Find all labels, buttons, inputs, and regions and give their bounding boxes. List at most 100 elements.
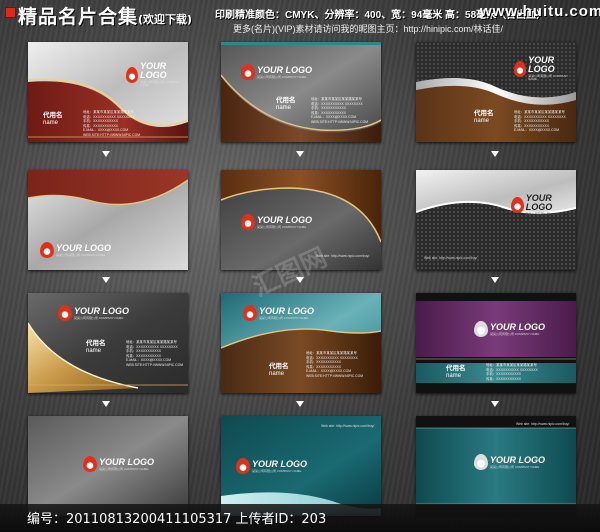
logo-subtext: 某某公司有限公司 COMPANY NAME <box>525 212 576 216</box>
card-1: YOUR LOGO 某某公司有限公司 COMPANY NAME 代用名 name 地… <box>28 42 188 142</box>
logo-flame-icon <box>474 321 488 337</box>
card-7: YOUR LOGO 某某公司有限公司 COMPANY NAME 代用名 name 地… <box>28 293 188 393</box>
logo-subtext: 某某公司有限公司 COMPANY NAME <box>56 252 106 257</box>
name-cn: 代用名 <box>43 112 63 119</box>
card-2-name: 代用名 name <box>276 97 296 113</box>
footer-id-text: 编号：20110813200411105317 上传者ID：203 <box>27 512 327 527</box>
card-6-background <box>416 170 576 270</box>
logo-text: YOUR LOGO <box>56 242 112 253</box>
card-1-name: 代用名 name <box>43 112 63 128</box>
name-en: name <box>269 371 285 378</box>
page-subtitle: (欢迎下载) <box>138 13 193 26</box>
card-3-logo: YOUR LOGO 某某公司有限公司 COMPANY NAME <box>514 56 576 81</box>
down-arrow-icon <box>491 277 499 283</box>
logo-subtext: 某某公司有限公司 COMPANY NAME <box>257 224 307 229</box>
card-8-contact: 地址：某某市某某区某某路某某号 电话：XXXXXXXXXX XXXXXXXX 手… <box>306 351 363 379</box>
logo-text: YOUR LOGO <box>490 454 546 465</box>
name-cn: 代用名 <box>86 340 106 347</box>
card-10: YOUR LOGO 某某公司有限公司 COMPANY NAME <box>28 416 188 516</box>
card-12-logo: YOUR LOGO 某某公司有限公司 COMPANY NAME <box>474 454 545 470</box>
contact-email: E-MAIL：XXXX@XXXX.COM <box>514 128 560 133</box>
logo-subtext: 某某公司有限公司 COMPANY NAME <box>259 315 309 320</box>
down-arrow-icon <box>102 151 110 157</box>
card-3-contact: 地址：某某市某某区某某路某某号 电话：XXXXXXXXXX XXXXXXXX 手… <box>514 110 566 133</box>
card-11-logo: YOUR LOGO 某某公司有限公司 COMPANY NAME <box>236 458 307 474</box>
logo-text: YOUR LOGO <box>257 214 313 225</box>
logo-text: YOUR LOGO <box>99 456 155 467</box>
logo-text: YOUR LOGO <box>74 305 130 316</box>
more-link-text: 更多(名片)(VIP)素材请访问我的昵图主页：http://hinipic.co… <box>233 24 504 34</box>
logo-text: YOUR LOGO <box>525 193 553 212</box>
card-8-logo: YOUR LOGO 某某公司有限公司 COMPANY NAME <box>243 305 314 321</box>
logo-subtext: 某某公司有限公司 COMPANY NAME <box>252 468 302 473</box>
logo-flame-icon <box>83 456 97 472</box>
site-watermark: www.huitu.com <box>480 3 600 20</box>
logo-subtext: 某某公司有限公司 COMPANY NAME <box>140 80 180 87</box>
card-1-contact: 地址：某某市某某区某某路某某号 电话：XXXXXXXXXX XXXXXXXX 手… <box>83 110 140 138</box>
page-title: 精品名片合集(欢迎下载) <box>18 6 193 28</box>
name-en: name <box>43 120 59 127</box>
logo-subtext: 某某公司有限公司 COMPANY NAME <box>490 464 540 469</box>
name-en: name <box>474 118 490 125</box>
card-1-logo: YOUR LOGO 某某公司有限公司 COMPANY NAME <box>126 62 188 87</box>
card-9-logo: YOUR LOGO 某某公司有限公司 COMPANY NAME <box>474 321 545 337</box>
card-11-web: Web site: http://www.nipic.com/buy/ <box>321 424 375 428</box>
contact-address: 地址：某某市某某区某某路某某号 <box>486 363 537 367</box>
card-2-background <box>221 42 381 142</box>
canvas: 精品名片合集(欢迎下载) 印刷精准颜色：CMYK、分辨率：400、宽：94毫米 … <box>0 0 600 532</box>
card-7-name: 代用名 name <box>86 340 106 356</box>
down-arrow-icon <box>296 151 304 157</box>
name-cn: 代用名 <box>269 363 289 370</box>
name-en: name <box>276 105 292 112</box>
card-12-web: Web site: http://www.nipic.com/buy/ <box>516 422 570 426</box>
logo-subtext: 某某公司有限公司 COMPANY NAME <box>257 74 307 79</box>
name-en: name <box>446 373 462 380</box>
contact-address: 地址：某某市某某区某某路某某号 <box>306 351 357 355</box>
logo-subtext: 某某公司有限公司 COMPANY NAME <box>490 331 540 336</box>
card-9-contact: 地址：某某市某某区某某路某某号 电话：XXXXXXXXXX XXXXXXXX 手… <box>486 363 538 381</box>
contact-address: 地址：某某市某某区某某路某某号 <box>126 340 177 344</box>
logo-subtext: 某某公司有限公司 COMPANY NAME <box>74 315 124 320</box>
card-4-logo: YOUR LOGO 某某公司有限公司 COMPANY NAME <box>40 242 111 258</box>
logo-flame-icon <box>241 64 255 80</box>
card-2-contact: 地址：某某市某某区某某路某某号 电话：XXXXXXXXXX XXXXXXXX 手… <box>311 97 368 125</box>
logo-text: YOUR LOGO <box>490 321 546 332</box>
card-8-name: 代用名 name <box>269 363 289 379</box>
card-5-logo: YOUR LOGO 某某公司有限公司 COMPANY NAME <box>241 214 312 230</box>
logo-flame-icon <box>126 66 139 83</box>
logo-flame-icon <box>511 197 524 213</box>
card-8: YOUR LOGO 某某公司有限公司 COMPANY NAME 代用名 name 地… <box>221 293 381 393</box>
card-6: YOUR LOGO 某某公司有限公司 COMPANY NAME Web site:… <box>416 170 576 270</box>
logo-text: YOUR LOGO <box>252 458 308 469</box>
card-6-web: Web site: http://www.nipic.com/buy/ <box>424 256 478 260</box>
down-arrow-icon <box>296 401 304 407</box>
logo-text: YOUR LOGO <box>257 64 313 75</box>
logo-subtext: 某某公司有限公司 COMPANY NAME <box>528 74 568 81</box>
logo-text: YOUR LOGO <box>259 305 315 316</box>
header-square-icon <box>6 8 15 17</box>
down-arrow-icon <box>491 151 499 157</box>
contact-web: WEB SITE:HTTP://WWW.NIPIC.COM <box>306 373 364 378</box>
contact-address: 地址：某某市某某区某某路某某号 <box>514 110 565 114</box>
contact-web: WEB SITE:HTTP://WWW.NIPIC.COM <box>126 362 184 367</box>
contact-address: 地址：某某市某某区某某路某某号 <box>83 110 134 114</box>
down-arrow-icon <box>102 277 110 283</box>
name-cn: 代用名 <box>276 97 296 104</box>
contact-web: WEB SITE:HTTP://WWW.NIPIC.COM <box>311 119 369 124</box>
logo-flame-icon <box>58 305 72 321</box>
card-9-name: 代用名 name <box>446 365 466 381</box>
card-10-logo: YOUR LOGO 某某公司有限公司 COMPANY NAME <box>83 456 154 472</box>
logo-text: YOUR LOGO <box>140 61 167 80</box>
down-arrow-icon <box>102 401 110 407</box>
logo-flame-icon <box>241 214 255 230</box>
card-3: YOUR LOGO 某某公司有限公司 COMPANY NAME 代用名 name 地… <box>416 42 576 142</box>
name-en: name <box>86 348 102 355</box>
logo-flame-icon <box>40 242 54 258</box>
name-cn: 代用名 <box>446 365 466 372</box>
card-7-contact: 地址：某某市某某区某某路某某号 电话：XXXXXXXXXX XXXXXXXX 手… <box>126 340 183 368</box>
card-2: YOUR LOGO 某某公司有限公司 COMPANY NAME 代用名 name 地… <box>221 42 381 142</box>
card-6-logo: YOUR LOGO 某某公司有限公司 COMPANY NAME <box>511 194 576 216</box>
contact-web: WEB SITE:HTTP://WWW.NIPIC.COM <box>83 132 141 137</box>
card-9: YOUR LOGO 某某公司有限公司 COMPANY NAME 代用名 name 地… <box>416 293 576 393</box>
card-7-logo: YOUR LOGO 某某公司有限公司 COMPANY NAME <box>58 305 129 321</box>
